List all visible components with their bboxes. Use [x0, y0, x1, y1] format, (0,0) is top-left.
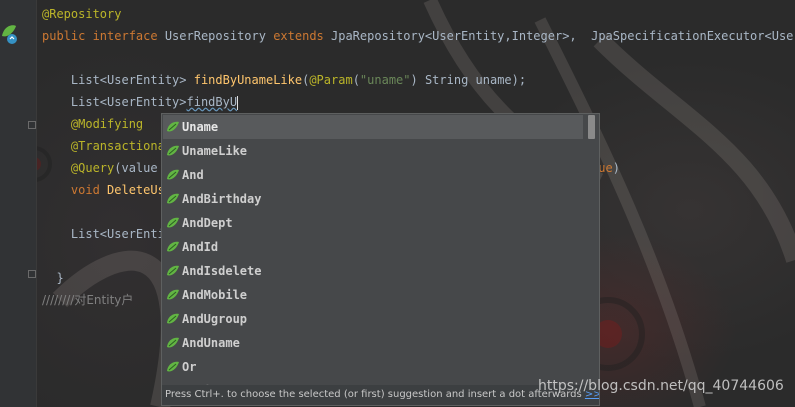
spring-data-method-icon: [167, 265, 179, 276]
autocomplete-item-label: Or: [182, 360, 197, 374]
autocomplete-popup[interactable]: Uname UnameLike And AndBirthday AndDept AndId…: [161, 113, 600, 406]
code-token: extends: [273, 29, 331, 43]
code-line-interface-decl[interactable]: public interface UserRepository extends …: [42, 25, 795, 47]
code-token: ////////对Entity户: [42, 293, 134, 307]
editor-gutter: [0, 0, 37, 407]
code-line-delete[interactable]: void DeleteUs: [42, 179, 165, 201]
autocomplete-item[interactable]: AndUname: [163, 331, 583, 355]
code-token: ): [612, 161, 620, 175]
code-token: (: [352, 73, 360, 87]
autocomplete-item-label: And: [182, 168, 204, 182]
autocomplete-item-label: AndUgroup: [182, 312, 248, 326]
autocomplete-item[interactable]: AndUgroup: [163, 307, 583, 331]
spring-data-method-icon: [167, 241, 179, 252]
popup-scrollbar[interactable]: [588, 115, 595, 139]
code-line-comment[interactable]: ////////对Entity户: [42, 289, 133, 311]
code-token: "uname": [359, 73, 411, 87]
popup-footer: Press Ctrl+. to choose the selected (or …: [162, 385, 599, 405]
code-token: <: [764, 29, 772, 43]
autocomplete-item[interactable]: UnameLike: [163, 139, 583, 163]
autocomplete-item[interactable]: Or: [163, 355, 583, 379]
spring-data-method-icon: [167, 337, 179, 348]
code-token: List<UserEntity>: [42, 95, 187, 109]
fold-marker-icon[interactable]: [28, 121, 36, 129]
spring-data-method-icon: [167, 361, 179, 372]
code-token: UserEntity,Integer: [432, 29, 563, 43]
code-token: JpaSpecificationExecutor: [591, 29, 765, 43]
autocomplete-item[interactable]: AndMobile: [163, 283, 583, 307]
code-token: UserEnti: [771, 29, 795, 43]
spring-data-method-icon: [167, 169, 179, 180]
spring-data-method-icon: [167, 217, 179, 228]
autocomplete-item[interactable]: AndId: [163, 235, 583, 259]
code-token: }: [42, 271, 64, 285]
autocomplete-item[interactable]: Uname: [163, 115, 583, 139]
autocomplete-item-label: AndDept: [182, 216, 233, 230]
code-line-transactional[interactable]: @Transactiona: [42, 135, 165, 157]
code-token: void: [42, 183, 108, 197]
autocomplete-item[interactable]: AndIsdelete: [163, 259, 583, 283]
autocomplete-item-label: AndUname: [182, 336, 240, 350]
autocomplete-item-label: AndBirthday: [182, 192, 262, 206]
autocomplete-item[interactable]: AndBirthday: [163, 187, 583, 211]
code-token: @Query: [42, 161, 115, 175]
code-token: List<UserEnti: [42, 227, 165, 241]
code-line-find-by-uname-like[interactable]: List<UserEntity> findByUnameLike(@Param(…: [42, 69, 526, 91]
code-token: findByU: [186, 95, 238, 109]
autocomplete-item-label: AndMobile: [182, 288, 248, 302]
watermark: https://blog.csdn.net/qq_40744606: [538, 378, 784, 394]
autocomplete-item-label: Uname: [182, 120, 219, 134]
spring-data-method-icon: [167, 121, 179, 132]
implemented-gutter-icon[interactable]: [0, 22, 18, 46]
code-token: findByUnameLike: [193, 73, 303, 87]
code-token: @Param: [309, 73, 353, 87]
code-token: @Modifying: [42, 117, 144, 131]
spring-data-method-icon: [167, 289, 179, 300]
autocomplete-item[interactable]: And: [163, 163, 583, 187]
code-line-close-brace[interactable]: }: [42, 267, 64, 289]
code-token: @Transactiona: [42, 139, 165, 153]
code-token: @Repository: [42, 7, 122, 21]
code-token: JpaRepository: [331, 29, 425, 43]
code-token: DeleteUs: [107, 183, 165, 197]
autocomplete-item-label: AndIsdelete: [182, 264, 262, 278]
code-token: UserRepository: [164, 29, 274, 43]
code-token: >,: [562, 29, 592, 43]
code-line-repo-annotation[interactable]: @Repository: [42, 3, 121, 25]
code-line-modifying[interactable]: @Modifying: [42, 113, 143, 135]
spring-data-method-icon: [167, 313, 179, 324]
footer-hint: Press Ctrl+. to choose the selected (or …: [165, 389, 582, 400]
autocomplete-item[interactable]: AndDept: [163, 211, 583, 235]
code-line-list-ent[interactable]: List<UserEnti: [42, 223, 165, 245]
spring-data-method-icon: [167, 193, 179, 204]
code-token: ) String uname);: [410, 73, 527, 87]
code-token: List<UserEntity>: [42, 73, 194, 87]
fold-marker-icon[interactable]: [28, 270, 36, 278]
text-caret: [237, 95, 239, 110]
spring-data-method-icon: [167, 145, 179, 156]
code-line-find-by-u[interactable]: List<UserEntity>findByU: [42, 91, 239, 113]
autocomplete-item-label: AndId: [182, 240, 219, 254]
autocomplete-item-label: UnameLike: [182, 144, 248, 158]
code-token: public interface: [42, 29, 165, 43]
